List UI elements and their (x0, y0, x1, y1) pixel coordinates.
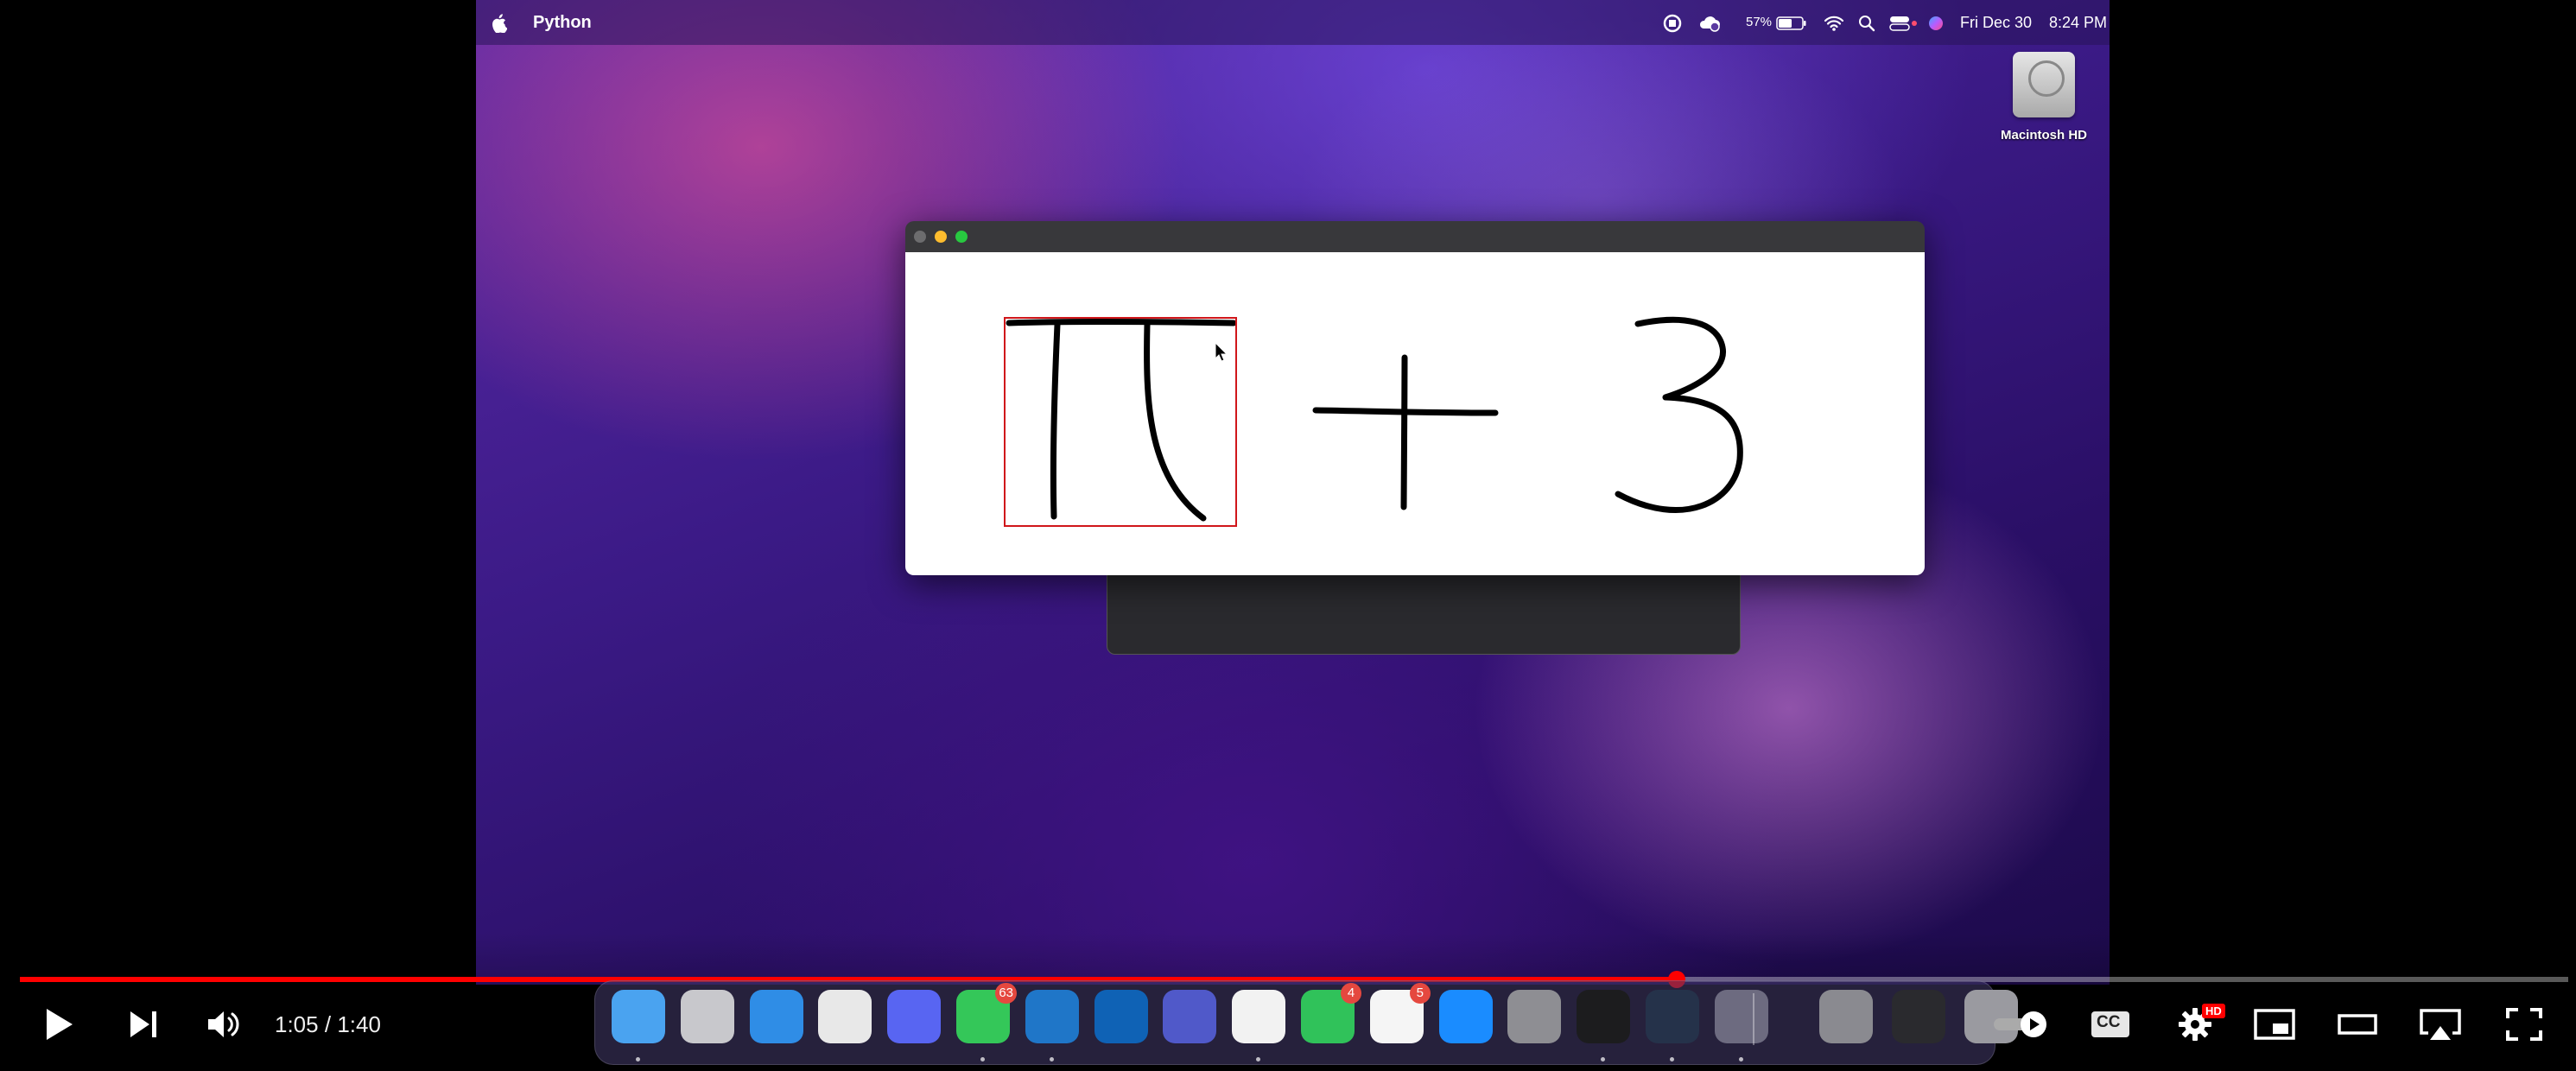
dock-teams-icon[interactable] (1163, 990, 1217, 1043)
cc-label: CC (2097, 1013, 2121, 1031)
macos-dock: 63 4 5 (594, 980, 2018, 1065)
dock-badge: 63 (995, 983, 1017, 1004)
dock-terminal-icon[interactable] (1577, 990, 1631, 1043)
control-center-icon[interactable] (1889, 0, 1919, 45)
dock-facetime-icon[interactable]: 4 (1301, 983, 1361, 1043)
detection-box (1004, 317, 1237, 527)
dock-running-indicator (1738, 1057, 1743, 1061)
skip-next-icon (130, 1011, 156, 1037)
wifi-icon[interactable] (1824, 0, 1844, 45)
dock-messages-icon[interactable]: 63 (956, 983, 1017, 1043)
drawing-canvas[interactable] (905, 252, 1925, 575)
time-display: 1:05 / 1:40 (275, 1002, 381, 1047)
drawing-app-window[interactable] (905, 221, 1925, 575)
autoplay-toggle[interactable] (1991, 1002, 2052, 1047)
video-player[interactable]: Python 57% Fri Dec 30 8:24 PM Macintosh … (0, 0, 2576, 1071)
hd-badge: HD (2202, 1004, 2225, 1018)
dock-discord-icon[interactable] (887, 990, 942, 1043)
volume-button[interactable] (201, 1002, 248, 1047)
dock-badge: 4 (1341, 983, 1361, 1004)
dock-safari-icon[interactable] (749, 990, 803, 1043)
pi-stroke (1006, 319, 1237, 522)
dock-reminders-icon[interactable]: 5 (1369, 983, 1431, 1043)
menubar-date[interactable]: Fri Dec 30 (1960, 0, 2032, 45)
desktop-drive-item[interactable]: Macintosh HD (1983, 52, 2104, 143)
zoom-button[interactable] (955, 231, 968, 243)
cloud-icon[interactable] (1697, 0, 1722, 45)
dock-outlook-icon[interactable] (1094, 990, 1148, 1043)
menubar-app-name[interactable]: Python (533, 0, 592, 45)
theater-mode-button[interactable] (2335, 1002, 2380, 1047)
dock-badge: 5 (1409, 983, 1431, 1004)
theater-icon (2338, 1014, 2377, 1035)
dock-quicktime-icon[interactable] (1646, 990, 1699, 1043)
dock-running-indicator (1049, 1057, 1054, 1061)
dock-downloads-stack-icon[interactable] (1819, 990, 1874, 1043)
dock-documents-stack-icon[interactable] (1892, 990, 1945, 1043)
time-separator: / (324, 1011, 332, 1037)
dock-vscode-icon[interactable] (1025, 990, 1079, 1043)
dock-running-indicator (1256, 1057, 1261, 1061)
menubar-time[interactable]: 8:24 PM (2049, 0, 2107, 45)
siri-icon[interactable] (1927, 0, 1945, 45)
screen-record-icon[interactable] (1663, 0, 1682, 45)
settings-button[interactable]: HD (2171, 1002, 2225, 1047)
dock-notion-icon[interactable] (1232, 990, 1286, 1043)
dock-finder-icon[interactable] (612, 990, 665, 1043)
fullscreen-icon (2506, 1008, 2542, 1041)
plus-stroke (1312, 354, 1499, 510)
fullscreen-button[interactable] (2502, 1002, 2547, 1047)
mouse-cursor-icon (1215, 341, 1228, 362)
video-frame[interactable]: Python 57% Fri Dec 30 8:24 PM Macintosh … (476, 0, 2110, 985)
dock-python-launcher-icon[interactable] (1714, 990, 1768, 1043)
dock-chrome-icon[interactable] (818, 990, 872, 1043)
autoplay-icon (1994, 1011, 2046, 1037)
dock-running-indicator (980, 1057, 985, 1061)
dock-launchpad-icon[interactable] (680, 990, 734, 1043)
dock-running-indicator (636, 1057, 640, 1061)
dock-running-indicator (1670, 1057, 1674, 1061)
dock-system-preferences-icon[interactable] (1507, 990, 1562, 1043)
captions-button[interactable]: CC (2089, 1002, 2132, 1047)
battery-icon[interactable] (1776, 0, 1807, 45)
minimize-button[interactable] (935, 231, 947, 243)
play-button[interactable] (36, 1002, 81, 1047)
dock-running-indicator (1601, 1057, 1606, 1061)
next-button[interactable] (121, 1002, 166, 1047)
three-stroke (1615, 316, 1743, 514)
desktop-drive-label: Macintosh HD (2000, 128, 2087, 143)
miniplayer-icon (2254, 1009, 2295, 1040)
close-button[interactable] (914, 231, 926, 243)
macos-menubar: Python 57% Fri Dec 30 8:24 PM (476, 0, 2110, 45)
volume-icon (208, 1011, 239, 1037)
battery-percent: 57% (1746, 15, 1773, 29)
background-window[interactable] (1107, 570, 1741, 655)
airplay-button[interactable] (2416, 1002, 2465, 1047)
current-time: 1:05 (275, 1011, 319, 1037)
search-icon[interactable] (1858, 0, 1875, 45)
dock-divider (1753, 993, 1754, 1045)
window-titlebar[interactable] (905, 221, 1925, 252)
duration: 1:40 (337, 1011, 381, 1037)
hard-drive-icon (2013, 52, 2075, 117)
airplay-icon (2420, 1009, 2461, 1040)
play-icon (47, 1009, 73, 1040)
miniplayer-button[interactable] (2252, 1002, 2297, 1047)
dock-app-store-icon[interactable] (1438, 990, 1493, 1043)
apple-icon[interactable] (492, 0, 508, 45)
